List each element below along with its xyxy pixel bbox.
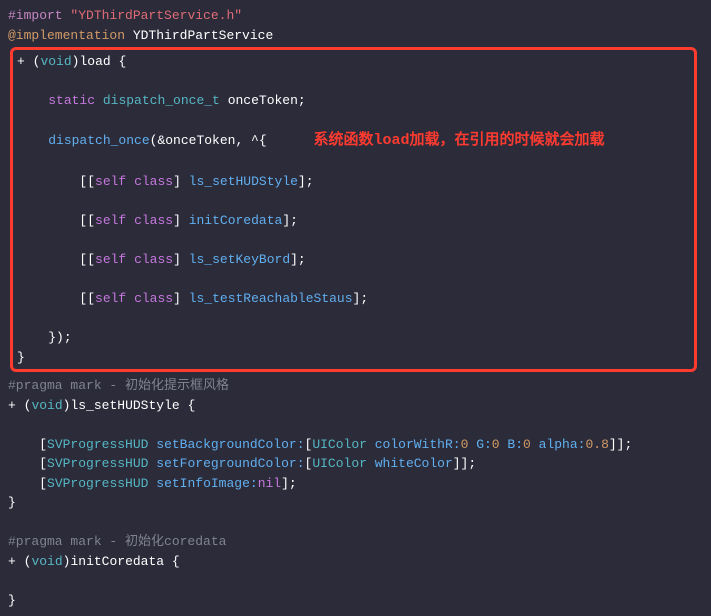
- selector: setBackgroundColor:: [156, 437, 304, 452]
- code-line: #pragma mark - 初始化coredata: [8, 532, 703, 552]
- self-keyword: self: [95, 174, 126, 189]
- code-line: [SVProgressHUD setBackgroundColor:[UICol…: [8, 435, 703, 455]
- selector: whiteColor: [375, 456, 453, 471]
- blank-line: [17, 309, 690, 329]
- selector: alpha:: [539, 437, 586, 452]
- type-name: dispatch_once_t: [103, 93, 220, 108]
- return-type: void: [31, 554, 62, 569]
- blank-line: [17, 153, 690, 173]
- pragma-text: mark - 初始化提示框风格: [63, 378, 229, 393]
- code-line: }: [17, 348, 690, 368]
- return-type: void: [40, 54, 71, 69]
- blank-line: [8, 513, 703, 533]
- class-keyword: class: [134, 213, 173, 228]
- code-line: }: [8, 591, 703, 611]
- code-line: [[self class] ls_setHUDStyle];: [17, 172, 690, 192]
- class-ref: UIColor: [312, 456, 367, 471]
- pragma-directive: #pragma: [8, 534, 63, 549]
- code-line: + (void)ls_setHUDStyle {: [8, 396, 703, 416]
- self-keyword: self: [95, 291, 126, 306]
- class-ref: SVProgressHUD: [47, 437, 148, 452]
- method-call: ls_setKeyBord: [189, 252, 290, 267]
- pragma-directive: #pragma: [8, 378, 63, 393]
- code-line: #pragma mark - 初始化提示框风格: [8, 376, 703, 396]
- code-editor: #import "YDThirdPartService.h" @implemen…: [0, 0, 711, 616]
- method-call: initCoredata: [189, 213, 283, 228]
- selector: colorWithR:: [375, 437, 461, 452]
- class-ref: UIColor: [312, 437, 367, 452]
- code-line: + (void)initCoredata {: [8, 552, 703, 572]
- code-line: [[self class] ls_setKeyBord];: [17, 250, 690, 270]
- blank-line: [17, 231, 690, 251]
- method-call: ls_setHUDStyle: [189, 174, 298, 189]
- class-keyword: class: [134, 291, 173, 306]
- class-ref: SVProgressHUD: [47, 456, 148, 471]
- blank-line: [8, 571, 703, 591]
- code-line: @implementation YDThirdPartService: [8, 26, 703, 46]
- method-name: load: [79, 54, 110, 69]
- annotation-text: 系统函数load加载，在引用的时候就会加载: [313, 132, 604, 149]
- code-line: [[self class] ls_testReachableStaus];: [17, 289, 690, 309]
- class-ref: SVProgressHUD: [47, 476, 148, 491]
- self-keyword: self: [95, 252, 126, 267]
- code-line: dispatch_once(&onceToken, ^{ 系统函数load加载，…: [17, 130, 690, 153]
- code-line: [SVProgressHUD setForegroundColor:[UICol…: [8, 454, 703, 474]
- func-call: dispatch_once: [48, 133, 149, 148]
- self-keyword: self: [95, 213, 126, 228]
- import-directive: #import: [8, 8, 63, 23]
- selector: G:: [476, 437, 492, 452]
- class-name: YDThirdPartService: [133, 28, 273, 43]
- selector: setForegroundColor:: [156, 456, 304, 471]
- static-keyword: static: [48, 93, 95, 108]
- class-keyword: class: [134, 174, 173, 189]
- blank-line: [8, 415, 703, 435]
- selector: B:: [507, 437, 523, 452]
- method-call: ls_testReachableStaus: [189, 291, 353, 306]
- code-line: #import "YDThirdPartService.h": [8, 6, 703, 26]
- highlight-box: + (void)load { static dispatch_once_t on…: [10, 47, 697, 372]
- code-line: [SVProgressHUD setInfoImage:nil];: [8, 474, 703, 494]
- return-type: void: [31, 398, 62, 413]
- code-line: }: [8, 493, 703, 513]
- method-name: ls_setHUDStyle: [70, 398, 179, 413]
- code-line: static dispatch_once_t onceToken;: [17, 91, 690, 111]
- code-line: });: [17, 328, 690, 348]
- implementation-keyword: @implementation: [8, 28, 125, 43]
- code-line: [[self class] initCoredata];: [17, 211, 690, 231]
- selector: setInfoImage:: [156, 476, 257, 491]
- blank-line: [17, 192, 690, 212]
- import-header: "YDThirdPartService.h": [70, 8, 242, 23]
- blank-line: [17, 111, 690, 131]
- method-name: initCoredata: [70, 554, 164, 569]
- pragma-text: mark - 初始化coredata: [63, 534, 227, 549]
- code-line: + (void)load {: [17, 52, 690, 72]
- blank-line: [17, 270, 690, 290]
- blank-line: [17, 72, 690, 92]
- var-name: onceToken: [228, 93, 298, 108]
- nil-keyword: nil: [258, 476, 281, 491]
- class-keyword: class: [134, 252, 173, 267]
